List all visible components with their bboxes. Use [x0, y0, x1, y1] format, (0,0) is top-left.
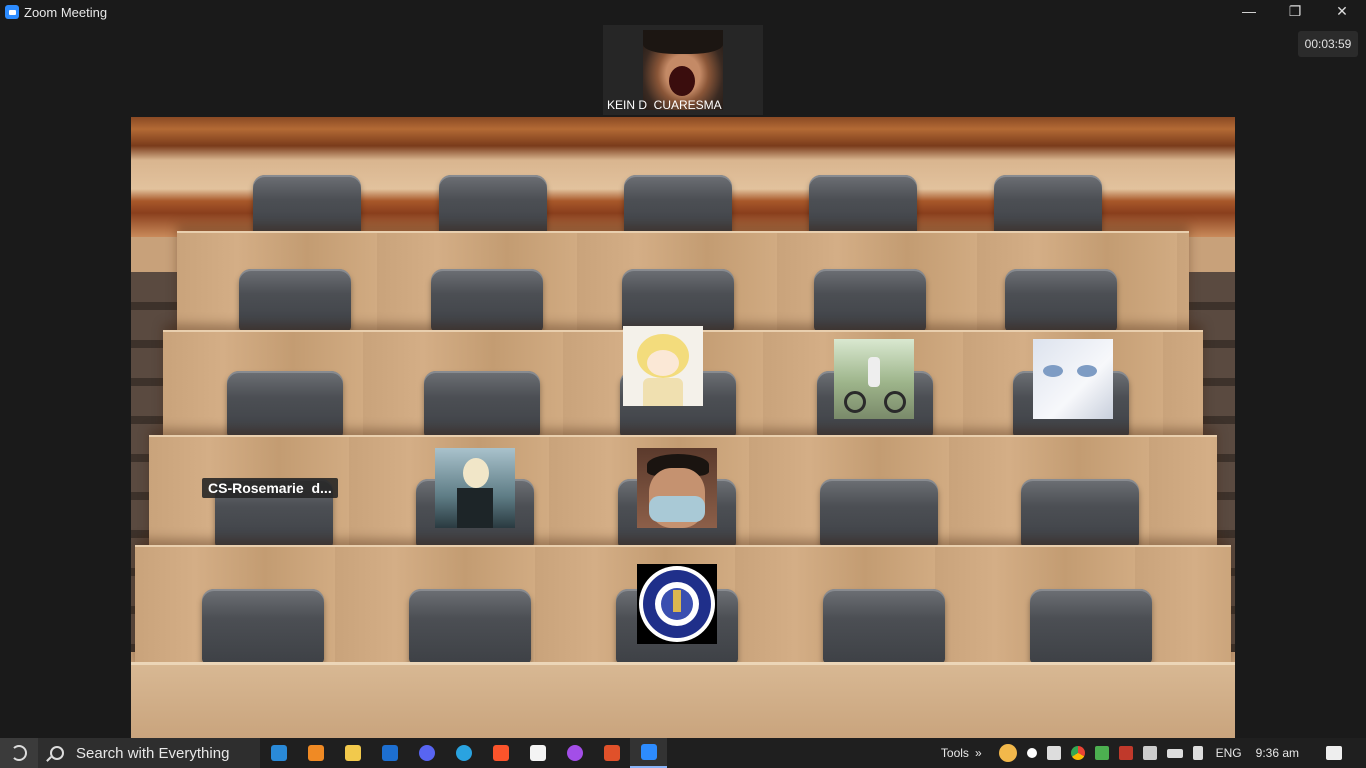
- battery-icon[interactable]: [1166, 748, 1183, 758]
- zoom-logo-icon: [5, 5, 19, 19]
- start-icon: [11, 745, 27, 761]
- speaker-name: KEIN D CUARESMA: [607, 98, 722, 112]
- seat: [202, 589, 324, 663]
- participant-tile-university-seal[interactable]: [637, 564, 717, 644]
- participant-tile-anime-avatar[interactable]: [623, 326, 703, 406]
- vscode-icon: [270, 745, 287, 761]
- telegram-icon: [455, 745, 472, 761]
- network-icon[interactable]: [1142, 746, 1157, 760]
- seat: [439, 175, 547, 237]
- file-explorer-icon: [344, 745, 361, 761]
- taskbar-app-notion[interactable]: [519, 738, 556, 768]
- clock[interactable]: 9:36 am: [1256, 746, 1299, 760]
- seat: [239, 269, 351, 331]
- notion-icon: [529, 745, 546, 761]
- chrome-icon[interactable]: [1070, 746, 1085, 760]
- immersive-view-stage: CS-Rosemarie d...: [131, 117, 1235, 738]
- seat: [424, 371, 540, 437]
- participant-tile-cyclist[interactable]: [834, 339, 914, 419]
- system-tray: Tools » ENG 9:36 am: [941, 738, 1366, 768]
- language-indicator[interactable]: ENG: [1216, 746, 1242, 760]
- taskbar-app-brave-beta[interactable]: [593, 738, 630, 768]
- seat: [431, 269, 543, 331]
- taskbar-app-zoom[interactable]: [630, 738, 667, 768]
- taskbar-app-sublime[interactable]: [297, 738, 334, 768]
- seat: [622, 269, 734, 331]
- windows-taskbar: Search with Everything Tools » ENG 9:36 …: [0, 738, 1366, 768]
- seat: [823, 589, 945, 663]
- minimize-button[interactable]: —: [1226, 0, 1272, 22]
- title-bar: Zoom Meeting — ❐ ✕: [0, 0, 1366, 24]
- tools-chevron-icon[interactable]: »: [975, 746, 982, 760]
- active-speaker-tile[interactable]: KEIN D CUARESMA: [603, 25, 763, 115]
- taskbar-app-brave[interactable]: [482, 738, 519, 768]
- seat: [624, 175, 732, 237]
- notifications-icon[interactable]: [1326, 746, 1342, 760]
- weather-icon[interactable]: [998, 744, 1017, 762]
- record-icon[interactable]: [1026, 748, 1037, 758]
- close-button[interactable]: ✕: [1319, 0, 1365, 22]
- floor: [131, 662, 1235, 738]
- meeting-timer: 00:03:59: [1298, 31, 1358, 57]
- seat: [1030, 589, 1152, 663]
- brave-icon: [492, 745, 509, 761]
- taskbar-app-messenger[interactable]: [556, 738, 593, 768]
- taskbar-app-outlook[interactable]: [371, 738, 408, 768]
- seat: [1005, 269, 1117, 331]
- messenger-icon: [566, 745, 583, 761]
- app-tray-icon[interactable]: [1118, 746, 1133, 760]
- restore-button[interactable]: ❐: [1272, 0, 1318, 22]
- seat: [253, 175, 361, 237]
- seat: [994, 175, 1102, 237]
- pen-icon[interactable]: [1046, 746, 1061, 760]
- search-label: Search with Everything: [76, 744, 230, 762]
- sublime-text-icon: [307, 745, 324, 761]
- seat: [820, 479, 938, 547]
- participant-tile-anime-eyes[interactable]: [1033, 339, 1113, 419]
- taskbar-search[interactable]: Search with Everything: [38, 738, 260, 768]
- volume-icon[interactable]: [1192, 746, 1203, 760]
- discord-icon: [418, 745, 435, 761]
- participant-tile-anime-character[interactable]: [435, 448, 515, 528]
- brave-beta-icon: [603, 745, 620, 761]
- taskbar-app-telegram[interactable]: [445, 738, 482, 768]
- seat: [1021, 479, 1139, 547]
- outlook-icon: [381, 745, 398, 761]
- zoom-icon: [640, 744, 657, 760]
- tools-toolbar-label[interactable]: Tools: [941, 746, 969, 760]
- seat: [814, 269, 926, 331]
- participant-name-label[interactable]: CS-Rosemarie d...: [202, 478, 338, 498]
- seat: [809, 175, 917, 237]
- start-button[interactable]: [0, 738, 38, 768]
- search-icon: [50, 746, 64, 760]
- zoom-meeting-window: Zoom Meeting — ❐ ✕ 00:03:59 KEIN D CUARE…: [0, 0, 1366, 768]
- window-title: Zoom Meeting: [24, 4, 108, 20]
- taskbar-app-vscode[interactable]: [260, 738, 297, 768]
- seat: [227, 371, 343, 437]
- taskbar-app-discord[interactable]: [408, 738, 445, 768]
- participant-tile-masked-person[interactable]: [637, 448, 717, 528]
- taskbar-app-explorer[interactable]: [334, 738, 371, 768]
- seat: [409, 589, 531, 663]
- sync-icon[interactable]: [1094, 746, 1109, 760]
